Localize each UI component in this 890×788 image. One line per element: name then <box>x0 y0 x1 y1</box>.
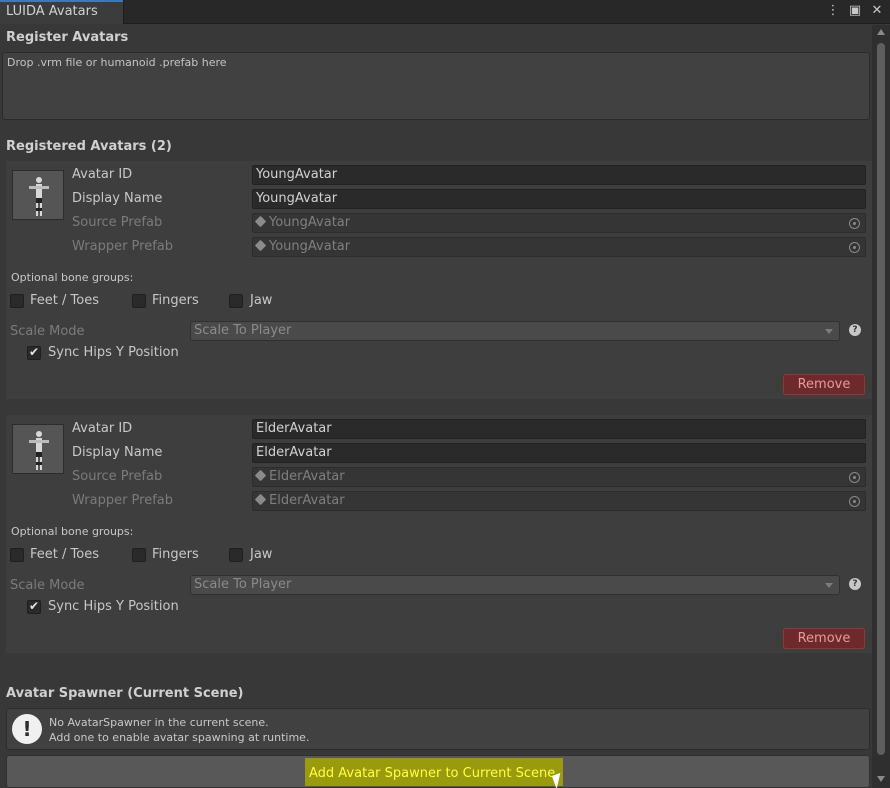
avatar-id-input[interactable]: YoungAvatar <box>252 165 866 185</box>
wrapper-prefab-field: ElderAvatar <box>252 491 866 511</box>
scale-mode-dropdown[interactable]: Scale To Player <box>190 575 840 595</box>
bone-groups-label: Optional bone groups: <box>11 525 134 538</box>
object-picker-icon[interactable] <box>849 242 860 253</box>
jaw-label: Jaw <box>250 547 273 562</box>
jaw-checkbox[interactable] <box>229 548 243 562</box>
spawner-helpbox: ! No AvatarSpawner in the current scene.… <box>6 708 870 750</box>
prefab-icon <box>254 493 267 506</box>
add-spawner-label: Add Avatar Spawner to Current Scene <box>305 758 563 786</box>
display-name-label: Display Name <box>72 191 163 206</box>
scale-mode-label: Scale Mode <box>10 324 85 339</box>
close-icon[interactable]: ✕ <box>870 3 884 18</box>
chevron-down-icon <box>825 583 833 588</box>
display-name-input[interactable]: YoungAvatar <box>252 189 866 209</box>
avatar-figure-icon <box>29 431 49 470</box>
scale-mode-label: Scale Mode <box>10 578 85 593</box>
info-icon: ! <box>12 714 42 744</box>
fingers-label: Fingers <box>152 547 199 562</box>
register-title: Register Avatars <box>6 30 129 45</box>
registered-title: Registered Avatars (2) <box>6 139 172 154</box>
help-icon[interactable]: ? <box>849 578 861 590</box>
maximize-icon[interactable]: ▣ <box>848 3 862 18</box>
wrapper-prefab-label: Wrapper Prefab <box>72 493 174 508</box>
feet-toes-checkbox[interactable] <box>10 294 24 308</box>
jaw-checkbox[interactable] <box>229 294 243 308</box>
add-spawner-button[interactable]: Add Avatar Spawner to Current Scene <box>6 755 870 788</box>
help-line-2: Add one to enable avatar spawning at run… <box>49 731 310 744</box>
window-tab[interactable]: LUIDA Avatars <box>0 0 124 24</box>
scroll-down-icon[interactable] <box>877 776 885 782</box>
prefab-icon <box>254 215 267 228</box>
source-prefab-label: Source Prefab <box>72 469 163 484</box>
spawner-title: Avatar Spawner (Current Scene) <box>6 686 244 701</box>
sync-hips-checkbox[interactable] <box>27 599 41 614</box>
avatar-card: Avatar ID ElderAvatar Display Name Elder… <box>6 415 872 653</box>
wrapper-prefab-label: Wrapper Prefab <box>72 239 174 254</box>
vertical-scrollbar[interactable] <box>872 25 890 788</box>
wrapper-prefab-value: ElderAvatar <box>269 493 345 508</box>
sync-hips-checkbox[interactable] <box>27 345 41 360</box>
object-picker-icon[interactable] <box>849 218 860 229</box>
display-name-input[interactable]: ElderAvatar <box>252 443 866 463</box>
object-picker-icon[interactable] <box>849 496 860 507</box>
sync-hips-label: Sync Hips Y Position <box>48 599 179 614</box>
window-controls: ⋮ ▣ ✕ <box>826 3 884 18</box>
source-prefab-value: ElderAvatar <box>269 469 345 484</box>
remove-button[interactable]: Remove <box>783 374 865 395</box>
display-name-label: Display Name <box>72 445 163 460</box>
scale-mode-value: Scale To Player <box>194 577 292 592</box>
bone-groups-label: Optional bone groups: <box>11 271 134 284</box>
prefab-icon <box>254 239 267 252</box>
source-prefab-field: YoungAvatar <box>252 213 866 233</box>
feet-toes-checkbox[interactable] <box>10 548 24 562</box>
scroll-up-icon[interactable] <box>877 29 885 35</box>
fingers-checkbox[interactable] <box>132 548 146 562</box>
help-line-1: No AvatarSpawner in the current scene. <box>49 716 269 729</box>
sync-hips-label: Sync Hips Y Position <box>48 345 179 360</box>
avatar-thumbnail <box>12 424 64 474</box>
source-prefab-label: Source Prefab <box>72 215 163 230</box>
remove-button[interactable]: Remove <box>783 628 865 649</box>
fingers-label: Fingers <box>152 293 199 308</box>
scroll-thumb[interactable] <box>877 43 885 755</box>
avatar-card: Avatar ID YoungAvatar Display Name Young… <box>6 161 872 399</box>
avatar-figure-icon <box>29 177 49 216</box>
inspector-content: Register Avatars Drop .vrm file or human… <box>0 25 872 788</box>
scale-mode-value: Scale To Player <box>194 323 292 338</box>
feet-toes-label: Feet / Toes <box>30 547 99 562</box>
window-titlebar: LUIDA Avatars ⋮ ▣ ✕ <box>0 0 890 24</box>
jaw-label: Jaw <box>250 293 273 308</box>
avatar-dropzone[interactable]: Drop .vrm file or humanoid .prefab here <box>2 52 870 120</box>
source-prefab-value: YoungAvatar <box>269 215 351 230</box>
prefab-icon <box>254 469 267 482</box>
chevron-down-icon <box>825 329 833 334</box>
help-icon[interactable]: ? <box>849 324 861 336</box>
avatar-id-input[interactable]: ElderAvatar <box>252 419 866 439</box>
avatar-id-label: Avatar ID <box>72 421 133 436</box>
window-tab-title: LUIDA Avatars <box>6 4 98 19</box>
avatar-thumbnail <box>12 170 64 220</box>
scale-mode-dropdown[interactable]: Scale To Player <box>190 321 840 341</box>
dropzone-text: Drop .vrm file or humanoid .prefab here <box>7 56 227 69</box>
wrapper-prefab-value: YoungAvatar <box>269 239 351 254</box>
fingers-checkbox[interactable] <box>132 294 146 308</box>
source-prefab-field: ElderAvatar <box>252 467 866 487</box>
feet-toes-label: Feet / Toes <box>30 293 99 308</box>
wrapper-prefab-field: YoungAvatar <box>252 237 866 257</box>
object-picker-icon[interactable] <box>849 472 860 483</box>
kebab-menu-icon[interactable]: ⋮ <box>826 3 840 18</box>
avatar-id-label: Avatar ID <box>72 167 133 182</box>
